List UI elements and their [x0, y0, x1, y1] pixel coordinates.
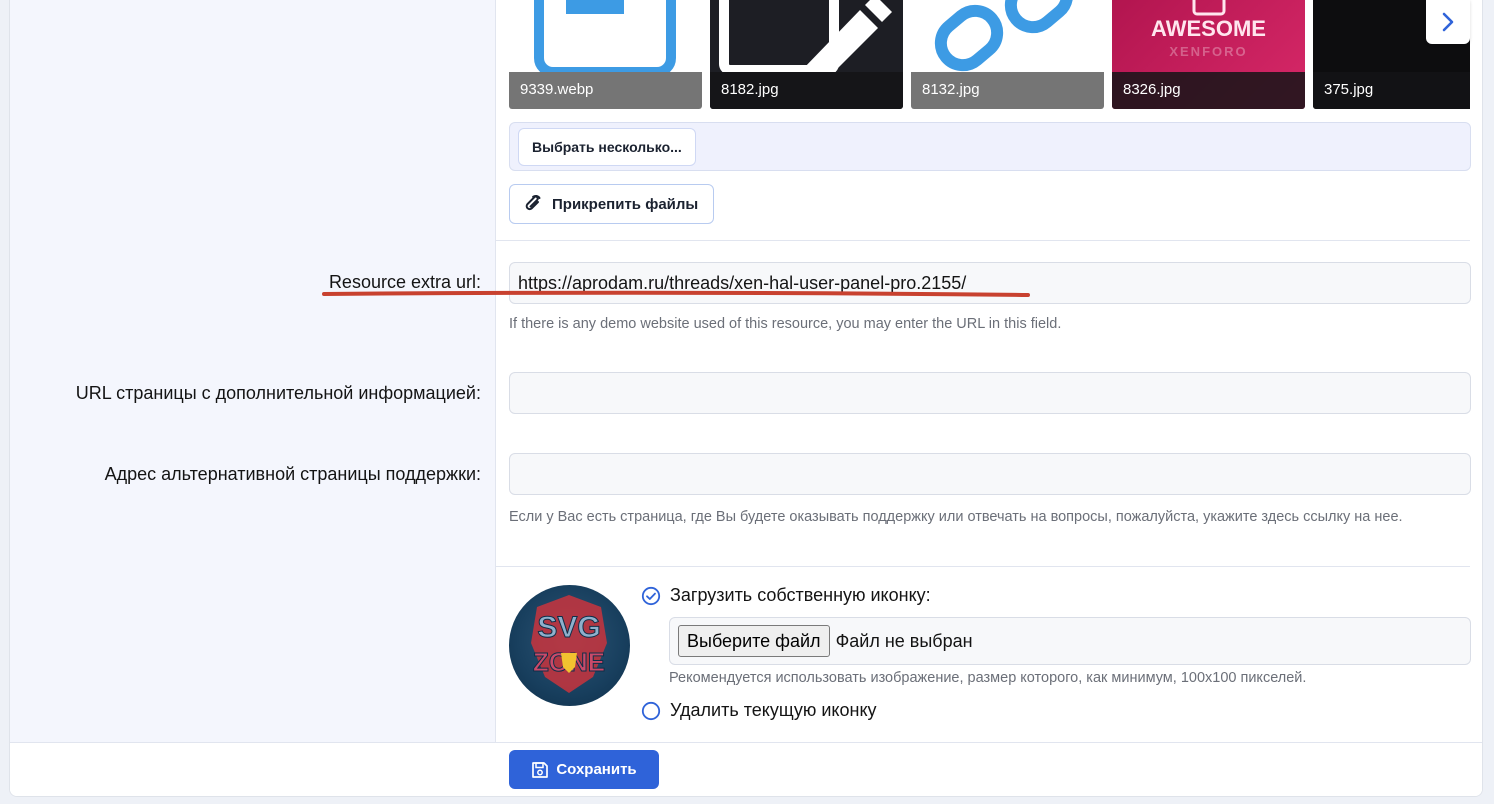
chevron-right-icon — [1442, 12, 1454, 32]
svg-zone-logo: SVG ZONE — [531, 595, 607, 693]
save-label: Сохранить — [556, 761, 637, 778]
gallery-next-button[interactable] — [1426, 0, 1470, 44]
attach-files-label: Прикрепить файлы — [552, 195, 699, 213]
resource-avatar: SVG ZONE — [509, 585, 630, 706]
delete-icon-option[interactable]: Удалить текущую иконку — [641, 700, 877, 721]
delete-icon-label: Удалить текущую иконку — [670, 700, 877, 720]
attachment-thumb[interactable]: 9339.webp — [509, 0, 702, 109]
document-icon — [534, 0, 676, 72]
info-url-input[interactable] — [509, 372, 1471, 414]
attachment-caption: 8326.jpg — [1112, 72, 1305, 109]
floppy-disk-icon — [532, 761, 549, 778]
support-url-label: Адрес альтернативной страницы поддержки: — [104, 464, 481, 484]
annotation-underline — [322, 290, 1030, 297]
icon-file-input: Выберите файл Файл не выбран — [669, 617, 1471, 665]
support-url-input[interactable] — [509, 453, 1471, 495]
attachment-gallery: 9339.webp 8182.jpg 8132.jpg AWESOME XENF… — [509, 0, 1470, 109]
attachment-thumb[interactable]: 8182.jpg — [710, 0, 903, 109]
form-footer: Сохранить — [10, 742, 1482, 796]
choose-file-button[interactable]: Выберите файл — [678, 625, 830, 657]
thumb-subtitle: XENFORO — [1169, 44, 1248, 59]
save-button[interactable]: Сохранить — [509, 750, 659, 789]
link-icon — [934, 0, 1074, 72]
section-divider — [496, 566, 1470, 567]
attachment-thumb[interactable]: AWESOME XENFORO 8326.jpg — [1112, 0, 1305, 109]
attachment-caption: 8132.jpg — [911, 72, 1104, 109]
pencil-icon — [719, 0, 892, 72]
attachment-caption: 9339.webp — [509, 72, 702, 109]
paperclip-icon — [525, 194, 541, 211]
section-divider — [496, 240, 1470, 241]
support-url-hint: Если у Вас есть страница, где Вы будете … — [509, 509, 1403, 525]
radio-empty-icon[interactable] — [641, 701, 661, 721]
radio-checked-icon[interactable] — [641, 586, 661, 606]
resource-edit-form: 9339.webp 8182.jpg 8132.jpg AWESOME XENF… — [9, 0, 1483, 797]
extra-url-hint: If there is any demo website used of thi… — [509, 316, 1062, 332]
upload-icon-label: Загрузить собственную иконку: — [670, 585, 931, 605]
attachment-caption: 8182.jpg — [710, 72, 903, 109]
file-status: Файл не выбран — [835, 630, 973, 651]
thumb-title: AWESOME — [1151, 16, 1266, 41]
icon-file-hint: Рекомендуется использовать изображение, … — [669, 670, 1307, 686]
svg-text:SVG: SVG — [537, 611, 600, 644]
upload-icon-option[interactable]: Загрузить собственную иконку: — [641, 585, 931, 606]
select-multiple-button[interactable]: Выбрать несколько... — [518, 128, 696, 166]
form-body: 9339.webp 8182.jpg 8132.jpg AWESOME XENF… — [10, 0, 1482, 742]
attach-files-button[interactable]: Прикрепить файлы — [509, 184, 714, 224]
attachment-thumb[interactable]: 8132.jpg — [911, 0, 1104, 109]
multi-select-row: Выбрать несколько... — [509, 122, 1471, 171]
attachment-caption: 375.jpg — [1313, 72, 1470, 109]
info-url-label: URL страницы с дополнительной информацие… — [75, 383, 481, 403]
